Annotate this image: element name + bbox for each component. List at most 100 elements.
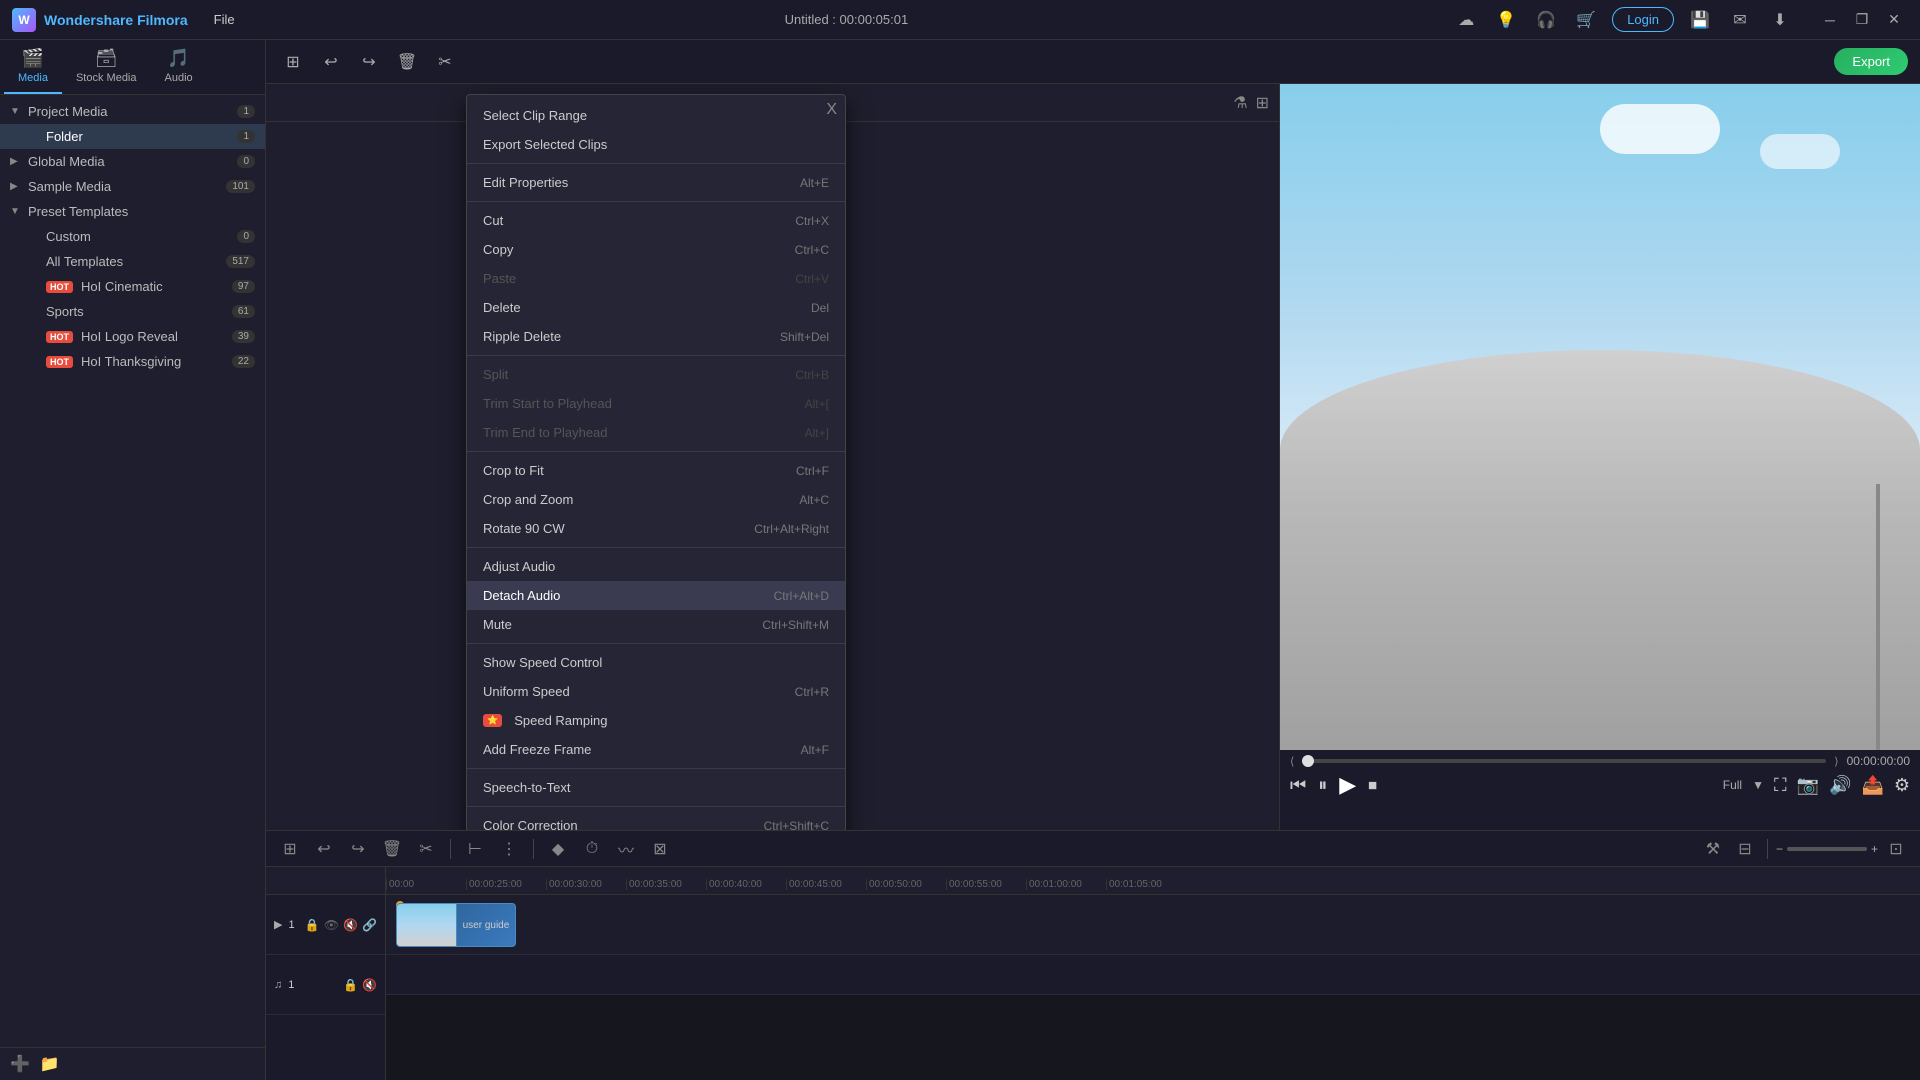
ctx-ripple-delete-shortcut: Shift+Del <box>780 330 829 344</box>
save-icon[interactable]: 💾 <box>1686 6 1714 34</box>
ctx-detach-audio[interactable]: Detach Audio Ctrl+Alt+D <box>467 581 845 610</box>
ctx-speech-to-text[interactable]: Speech-to-Text <box>467 773 845 802</box>
track-audio-lock-icon[interactable]: 🔒 <box>343 978 358 992</box>
tree-custom[interactable]: Custom 0 <box>0 224 265 249</box>
play-icon[interactable]: ▶ <box>1339 772 1356 798</box>
ctx-paste[interactable]: Paste Ctrl+V <box>467 264 845 293</box>
ctx-edit-properties-label: Edit Properties <box>483 175 792 190</box>
track-link-icon[interactable]: 🔗 <box>362 918 377 932</box>
email-icon[interactable]: ✉ <box>1726 6 1754 34</box>
delete-icon[interactable]: 🗑 <box>392 47 422 77</box>
new-folder-icon[interactable]: 📁 <box>40 1054 60 1074</box>
ctx-trim-end[interactable]: Trim End to Playhead Alt+] <box>467 418 845 447</box>
screenshot-icon[interactable]: 📷 <box>1797 775 1819 796</box>
ctx-ripple-delete[interactable]: Ripple Delete Shift+Del <box>467 322 845 351</box>
login-button[interactable]: Login <box>1612 7 1674 32</box>
tree-thanksgiving[interactable]: HOT HoI Thanksgiving 22 <box>0 349 265 374</box>
zoom-out-icon[interactable]: − <box>1776 842 1783 856</box>
clip-speed-icon[interactable]: ⏱ <box>578 835 606 863</box>
add-media-icon[interactable]: ➕ <box>10 1054 30 1074</box>
track-eye-icon[interactable]: 👁 <box>324 918 339 932</box>
timeline-settings-icon[interactable]: ⊠ <box>646 835 674 863</box>
zoom-in-icon[interactable]: + <box>1871 842 1878 856</box>
ctx-copy[interactable]: Copy Ctrl+C <box>467 235 845 264</box>
timeline-undo-icon[interactable]: ↩ <box>310 835 338 863</box>
output-icon[interactable]: 📤 <box>1861 775 1883 796</box>
minimize-button[interactable]: ─ <box>1816 6 1844 34</box>
redo-icon[interactable]: ↪ <box>354 47 384 77</box>
ctx-edit-properties[interactable]: Edit Properties Alt+E <box>467 168 845 197</box>
ripple-icon[interactable]: ⋮ <box>495 835 523 863</box>
tree-cinematic[interactable]: HOT HoI Cinematic 97 <box>0 274 265 299</box>
ctx-color-correction[interactable]: Color Correction Ctrl+Shift+C <box>467 811 845 830</box>
tree-global-media[interactable]: ▶ Global Media 0 <box>0 149 265 174</box>
tab-media[interactable]: 🎬 Media <box>4 40 62 94</box>
tree-project-media[interactable]: ▼ Project Media 1 <box>0 99 265 124</box>
track-mute-icon[interactable]: 🔇 <box>343 918 358 932</box>
tab-stock-media[interactable]: 🗃 Stock Media <box>62 40 151 94</box>
audio-stretch-icon[interactable]: 〰 <box>612 835 640 863</box>
progress-bar[interactable] <box>1302 759 1826 763</box>
ctx-adjust-audio[interactable]: Adjust Audio <box>467 552 845 581</box>
ctx-delete[interactable]: Delete Del <box>467 293 845 322</box>
tab-audio[interactable]: 🎵 Audio <box>151 40 207 94</box>
add-track-icon[interactable]: ⊞ <box>276 835 304 863</box>
ctx-crop-fit[interactable]: Crop to Fit Ctrl+F <box>467 456 845 485</box>
bulb-icon[interactable]: 💡 <box>1492 6 1520 34</box>
settings-icon[interactable]: ⚙ <box>1894 775 1910 796</box>
menu-file[interactable]: File <box>208 8 241 31</box>
ctx-sep-3 <box>467 355 845 356</box>
ctx-crop-zoom[interactable]: Crop and Zoom Alt+C <box>467 485 845 514</box>
timeline-cut-icon[interactable]: ✂ <box>412 835 440 863</box>
tree-sample-media[interactable]: ▶ Sample Media 101 <box>0 174 265 199</box>
cut-tool-icon[interactable]: ✂ <box>430 47 460 77</box>
fullscreen-icon[interactable]: ⛶ <box>1774 775 1787 796</box>
timeline-split-icon[interactable]: ⊟ <box>1731 835 1759 863</box>
view-toggle-icon[interactable]: ⊞ <box>1256 93 1269 113</box>
grid-layout-icon[interactable]: ⊞ <box>278 47 308 77</box>
headset-icon[interactable]: 🎧 <box>1532 6 1560 34</box>
sample-media-arrow: ▶ <box>10 181 22 192</box>
tree-preset-templates[interactable]: ▼ Preset Templates <box>0 199 265 224</box>
zoom-slider[interactable] <box>1787 847 1867 851</box>
timeline-right-tools: ⚒ ⊟ − + ⊡ <box>1699 835 1910 863</box>
rewind-icon[interactable]: ⏮ <box>1290 775 1306 796</box>
ctx-rotate[interactable]: Rotate 90 CW Ctrl+Alt+Right <box>467 514 845 543</box>
tree-logo-reveal[interactable]: HOT HoI Logo Reveal 39 <box>0 324 265 349</box>
stop-icon[interactable]: ⏹ <box>1368 775 1377 796</box>
close-button[interactable]: ✕ <box>1880 6 1908 34</box>
ctx-freeze-frame[interactable]: Add Freeze Frame Alt+F <box>467 735 845 764</box>
track-audio-mute-icon[interactable]: 🔇 <box>362 978 377 992</box>
context-menu-close[interactable]: X <box>826 101 837 119</box>
ctx-select-clip-range[interactable]: Select Clip Range <box>467 101 845 130</box>
ctx-uniform-speed[interactable]: Uniform Speed Ctrl+R <box>467 677 845 706</box>
tab-bar: 🎬 Media 🗃 Stock Media 🎵 Audio <box>0 40 265 95</box>
ctx-show-speed[interactable]: Show Speed Control <box>467 648 845 677</box>
tree-all-templates[interactable]: All Templates 517 <box>0 249 265 274</box>
ctx-trim-start[interactable]: Trim Start to Playhead Alt+[ <box>467 389 845 418</box>
cloud-icon[interactable]: ☁ <box>1452 6 1480 34</box>
ctx-cut[interactable]: Cut Ctrl+X <box>467 206 845 235</box>
download-icon[interactable]: ⬇ <box>1766 6 1794 34</box>
fit-timeline-icon[interactable]: ⊡ <box>1882 835 1910 863</box>
timeline-tools-icon[interactable]: ⚒ <box>1699 835 1727 863</box>
tree-folder[interactable]: Folder 1 <box>0 124 265 149</box>
snap-icon[interactable]: ⊢ <box>461 835 489 863</box>
video-clip[interactable]: user guide <box>396 903 516 947</box>
timeline-delete-icon[interactable]: 🗑 <box>378 835 406 863</box>
play-pause-icon[interactable]: ⏸ <box>1318 775 1327 796</box>
volume-icon[interactable]: 🔊 <box>1829 775 1851 796</box>
ctx-export-selected[interactable]: Export Selected Clips <box>467 130 845 159</box>
export-button[interactable]: Export <box>1834 48 1908 75</box>
undo-icon[interactable]: ↩ <box>316 47 346 77</box>
maximize-button[interactable]: ❐ <box>1848 6 1876 34</box>
marker-icon[interactable]: ◆ <box>544 835 572 863</box>
track-lock-icon[interactable]: 🔒 <box>305 918 320 932</box>
timeline-redo-icon[interactable]: ↪ <box>344 835 372 863</box>
ctx-speed-ramping[interactable]: ⭐ Speed Ramping <box>467 706 845 735</box>
tree-sports[interactable]: Sports 61 <box>0 299 265 324</box>
filter-icon[interactable]: ⚗ <box>1233 93 1247 113</box>
cart-icon[interactable]: 🛒 <box>1572 6 1600 34</box>
ctx-split[interactable]: Split Ctrl+B <box>467 360 845 389</box>
ctx-mute[interactable]: Mute Ctrl+Shift+M <box>467 610 845 639</box>
